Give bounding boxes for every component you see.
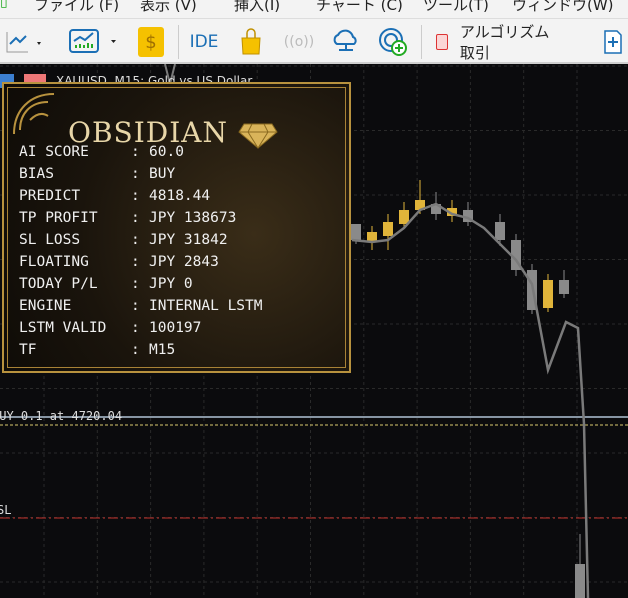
row-colon: : bbox=[131, 144, 140, 160]
menu-view[interactable]: 表示 (V) bbox=[140, 0, 197, 15]
signal-icon[interactable]: ((o)) bbox=[284, 27, 314, 57]
toolbar: $ IDE ((o)) アルゴリズム取引 bbox=[0, 18, 628, 64]
row-value: 60.0 bbox=[149, 144, 184, 160]
panel-row: BIAS: BUY bbox=[19, 166, 175, 182]
candle-body bbox=[543, 280, 553, 308]
candle-body bbox=[351, 224, 361, 240]
row-key: ENGINE bbox=[19, 298, 72, 314]
algo-trading-button[interactable]: アルゴリズム取引 bbox=[430, 23, 558, 62]
candle-body bbox=[575, 564, 585, 598]
indicators-icon bbox=[69, 29, 116, 53]
row-key: SL LOSS bbox=[19, 232, 81, 248]
row-value: JPY 0 bbox=[149, 276, 193, 292]
market-button[interactable] bbox=[238, 27, 264, 57]
row-colon: : bbox=[131, 210, 140, 226]
menu-chart[interactable]: チャート (C) bbox=[316, 0, 403, 15]
algo-label: アルゴリズム取引 bbox=[459, 23, 550, 62]
panel-row: SL LOSS: JPY 31842 bbox=[19, 232, 228, 248]
row-colon: : bbox=[131, 188, 140, 204]
row-colon: : bbox=[131, 320, 140, 336]
row-key: TP PROFIT bbox=[19, 210, 98, 226]
menu-bar: ▯ ファイル (F) 表示 (V) 挿入(I) チャート (C) ツール(T) … bbox=[0, 0, 628, 18]
panel-row: TF: M15 bbox=[19, 342, 175, 358]
panel-row: AI SCORE:60.0 bbox=[19, 144, 184, 160]
menu-insert[interactable]: 挿入(I) bbox=[234, 0, 280, 15]
row-value: M15 bbox=[149, 342, 176, 358]
panel-row: ENGINE: INTERNAL LSTM bbox=[19, 298, 263, 314]
row-value: 100197 bbox=[149, 320, 202, 336]
panel-row: FLOATING: JPY 2843 bbox=[19, 254, 219, 270]
candle-body bbox=[383, 222, 393, 236]
row-value: JPY 138673 bbox=[149, 210, 237, 226]
row-key: TODAY P/L bbox=[19, 276, 98, 292]
row-colon: : bbox=[131, 254, 140, 270]
menu-window[interactable]: ウィンドウ(W) bbox=[512, 0, 614, 15]
row-colon: : bbox=[131, 342, 140, 358]
menu-file[interactable]: ファイル (F) bbox=[34, 0, 119, 15]
row-colon: : bbox=[131, 232, 140, 248]
row-key: BIAS bbox=[19, 166, 54, 182]
row-key: TF bbox=[19, 342, 37, 358]
algo-status-icon bbox=[436, 34, 448, 50]
cloud-icon bbox=[333, 29, 357, 51]
row-key: AI SCORE bbox=[19, 144, 89, 160]
indicators-button[interactable] bbox=[68, 27, 124, 57]
position-label: BUY 0.1 at 4720.04 bbox=[0, 409, 123, 423]
row-colon: : bbox=[131, 298, 140, 314]
row-value: 4818.44 bbox=[149, 188, 211, 204]
row-value: BUY bbox=[149, 166, 176, 182]
ornament-icon bbox=[13, 93, 55, 135]
row-value: JPY 31842 bbox=[149, 232, 228, 248]
row-colon: : bbox=[131, 276, 140, 292]
row-colon: : bbox=[131, 166, 140, 182]
panel-row: LSTM VALID:100197 bbox=[19, 320, 201, 336]
line-chart-icon bbox=[6, 32, 41, 53]
new-document-icon bbox=[604, 30, 622, 54]
panel-row: TP PROFIT: JPY 138673 bbox=[19, 210, 236, 226]
add-signal-icon bbox=[379, 28, 407, 56]
diamond-icon bbox=[238, 123, 278, 149]
vps-button[interactable] bbox=[377, 27, 409, 57]
shopping-bag-icon bbox=[241, 28, 261, 55]
ide-button[interactable]: IDE bbox=[188, 27, 220, 57]
candle-body bbox=[495, 222, 505, 240]
panel-row: TODAY P/L: JPY 0 bbox=[19, 276, 193, 292]
row-key: PREDICT bbox=[19, 188, 81, 204]
app-icon: ▯ bbox=[0, 0, 8, 10]
line-chart-button[interactable] bbox=[4, 27, 44, 57]
row-key: FLOATING bbox=[19, 254, 89, 270]
new-order-button[interactable] bbox=[602, 27, 624, 57]
sl-label: SL bbox=[0, 503, 12, 517]
row-key: LSTM VALID bbox=[19, 320, 107, 336]
candle-body bbox=[559, 280, 569, 294]
cloud-button[interactable] bbox=[330, 27, 362, 57]
row-value: INTERNAL LSTM bbox=[149, 298, 263, 314]
panel-row: PREDICT:4818.44 bbox=[19, 188, 210, 204]
row-value: JPY 2843 bbox=[149, 254, 219, 270]
dollar-button[interactable]: $ bbox=[138, 27, 164, 57]
candle-body bbox=[399, 210, 409, 224]
obsidian-panel: OBSIDIAN AI SCORE:60.0 BIAS: BUY PREDICT:48… bbox=[2, 82, 351, 373]
menu-tools[interactable]: ツール(T) bbox=[423, 0, 489, 15]
